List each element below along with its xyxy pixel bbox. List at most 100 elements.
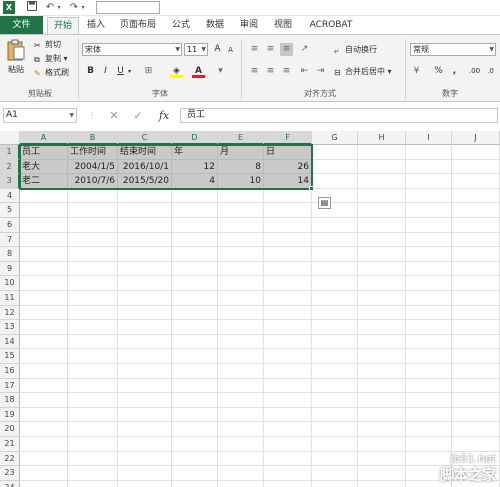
cell-c6[interactable] (118, 218, 172, 233)
row-header-21[interactable]: 21 (0, 437, 20, 452)
font-color-button[interactable]: A (192, 65, 205, 78)
cell-a21[interactable] (20, 437, 68, 452)
cell-j3[interactable] (452, 174, 500, 189)
cell-f16[interactable] (264, 364, 312, 379)
bold-button[interactable]: B (84, 65, 97, 78)
cell-b7[interactable] (68, 232, 118, 248)
column-header-h[interactable]: H (358, 131, 406, 145)
fill-color-icon[interactable]: ◈ (170, 65, 183, 78)
cell-g23[interactable] (312, 466, 358, 481)
cell-c2[interactable]: 2016/10/1 (118, 159, 172, 175)
column-header-b[interactable]: B (68, 131, 118, 145)
cell-d11[interactable] (172, 291, 218, 306)
row-header-17[interactable]: 17 (0, 378, 20, 394)
cell-b1[interactable]: 工作时间 (68, 145, 118, 160)
cell-f12[interactable] (264, 305, 312, 321)
fill-handle[interactable] (309, 185, 314, 191)
cell-g17[interactable] (312, 378, 358, 394)
cell-j7[interactable] (452, 232, 500, 248)
cell-j16[interactable] (452, 364, 500, 379)
number-format-combo[interactable]: 常规 ▼ (410, 43, 496, 56)
insert-function-button[interactable]: fx (156, 108, 172, 123)
cell-h12[interactable] (358, 305, 406, 321)
cell-f23[interactable] (264, 466, 312, 481)
cell-g8[interactable] (312, 247, 358, 262)
cell-a8[interactable] (20, 247, 68, 262)
cell-i4[interactable] (406, 188, 452, 204)
cell-b14[interactable] (68, 334, 118, 350)
cell-c3[interactable]: 2015/5/20 (118, 174, 172, 189)
cell-g15[interactable] (312, 349, 358, 364)
cell-a17[interactable] (20, 378, 68, 394)
tab-home[interactable]: 开始 (47, 17, 79, 35)
cell-d6[interactable] (172, 218, 218, 233)
cell-i11[interactable] (406, 291, 452, 306)
borders-icon[interactable]: ⊞ (142, 65, 155, 78)
redo-dropdown-icon[interactable]: ▾ (80, 1, 86, 14)
cell-d7[interactable] (172, 232, 218, 248)
cell-i15[interactable] (406, 349, 452, 364)
cell-d16[interactable] (172, 364, 218, 379)
font-size-combo[interactable]: 11 ▼ (184, 43, 208, 56)
cell-i10[interactable] (406, 276, 452, 291)
cell-b2[interactable]: 2004/1/5 (68, 159, 118, 175)
enter-icon[interactable]: ✓ (130, 108, 146, 123)
cell-e19[interactable] (218, 407, 264, 423)
row-header-22[interactable]: 22 (0, 451, 20, 467)
cell-c16[interactable] (118, 364, 172, 379)
cell-f1[interactable]: 日 (264, 145, 312, 160)
cell-i20[interactable] (406, 422, 452, 437)
cell-e1[interactable]: 月 (218, 145, 264, 160)
cell-a23[interactable] (20, 466, 68, 481)
cell-h24[interactable] (358, 480, 406, 487)
cell-f7[interactable] (264, 232, 312, 248)
cell-a9[interactable] (20, 261, 68, 277)
tab-insert[interactable]: 插入 (82, 17, 110, 33)
cell-i13[interactable] (406, 320, 452, 335)
column-header-i[interactable]: I (406, 131, 452, 145)
cell-f13[interactable] (264, 320, 312, 335)
tab-review[interactable]: 审阅 (234, 17, 264, 33)
cell-b20[interactable] (68, 422, 118, 437)
cell-h17[interactable] (358, 378, 406, 394)
cell-e23[interactable] (218, 466, 264, 481)
cell-d18[interactable] (172, 393, 218, 408)
cell-e8[interactable] (218, 247, 264, 262)
cell-g19[interactable] (312, 407, 358, 423)
cell-e12[interactable] (218, 305, 264, 321)
cell-b21[interactable] (68, 437, 118, 452)
row-header-10[interactable]: 10 (0, 276, 20, 291)
cell-d24[interactable] (172, 480, 218, 487)
cell-e7[interactable] (218, 232, 264, 248)
cell-g3[interactable] (312, 174, 358, 189)
cell-a3[interactable]: 老二 (20, 174, 68, 189)
cell-b16[interactable] (68, 364, 118, 379)
row-header-4[interactable]: 4 (0, 188, 20, 204)
cell-d13[interactable] (172, 320, 218, 335)
cell-h20[interactable] (358, 422, 406, 437)
cell-j6[interactable] (452, 218, 500, 233)
cell-i12[interactable] (406, 305, 452, 321)
row-header-24[interactable]: 24 (0, 480, 20, 487)
cell-d14[interactable] (172, 334, 218, 350)
cell-d22[interactable] (172, 451, 218, 467)
cell-a24[interactable] (20, 480, 68, 487)
cell-b17[interactable] (68, 378, 118, 394)
cell-e21[interactable] (218, 437, 264, 452)
row-header-6[interactable]: 6 (0, 218, 20, 233)
cell-d9[interactable] (172, 261, 218, 277)
name-box[interactable]: A1 ▼ (3, 108, 77, 123)
cell-f15[interactable] (264, 349, 312, 364)
cell-e2[interactable]: 8 (218, 159, 264, 175)
orientation-icon[interactable]: ↗ (298, 43, 311, 56)
redo-icon[interactable]: ↷ (68, 1, 80, 14)
cell-h2[interactable] (358, 159, 406, 175)
cell-b8[interactable] (68, 247, 118, 262)
cell-j13[interactable] (452, 320, 500, 335)
cell-d12[interactable] (172, 305, 218, 321)
cell-j5[interactable] (452, 203, 500, 218)
cell-f19[interactable] (264, 407, 312, 423)
cell-c24[interactable] (118, 480, 172, 487)
cell-j11[interactable] (452, 291, 500, 306)
cell-f4[interactable] (264, 188, 312, 204)
